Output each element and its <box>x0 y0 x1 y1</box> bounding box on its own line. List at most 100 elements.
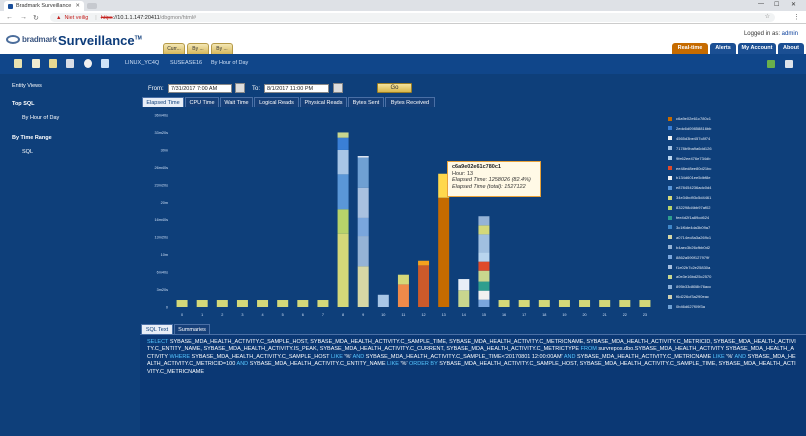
tab-by-2[interactable]: By ... <box>211 43 233 54</box>
bar-segment[interactable] <box>337 209 349 234</box>
bar-segment[interactable] <box>357 156 369 158</box>
legend-item[interactable]: a0714ec8a3a269c1 <box>668 235 711 240</box>
settings-icon[interactable] <box>84 59 92 68</box>
tab-my-account[interactable]: My Account <box>738 43 776 54</box>
bar-segment[interactable] <box>498 300 510 307</box>
legend-item[interactable]: 9fe62ee476e734db <box>668 156 710 161</box>
legend-item[interactable]: 7178b9ba9a6dd126 <box>668 146 712 151</box>
export-excel-icon[interactable] <box>767 60 775 68</box>
legend-item[interactable]: 2edc6d09858816bb <box>668 126 711 131</box>
mail-icon[interactable] <box>66 59 74 68</box>
bar-segment[interactable] <box>357 266 369 307</box>
bar-segment[interactable] <box>478 299 490 307</box>
tab-current[interactable]: Curr... <box>163 43 185 54</box>
bar-segment[interactable] <box>337 233 349 307</box>
bar-segment[interactable] <box>257 300 269 307</box>
bar-segment[interactable] <box>518 300 530 307</box>
close-window-icon[interactable]: ✕ <box>791 1 796 8</box>
bar-segment[interactable] <box>639 300 651 307</box>
server-list-icon[interactable] <box>14 59 22 68</box>
legend-item[interactable]: 4565d3be457c8f74 <box>668 136 710 141</box>
tab-wait-time[interactable]: Wait Time <box>220 97 253 107</box>
bar-segment[interactable] <box>478 234 490 253</box>
to-calendar-icon[interactable] <box>333 83 343 93</box>
bar-segment[interactable] <box>357 187 369 218</box>
legend-item[interactable]: ee48ed8ee80d21bc <box>668 166 711 171</box>
bar-segment[interactable] <box>418 260 430 266</box>
from-calendar-icon[interactable] <box>235 83 245 93</box>
legend-item[interactable]: 34e34bd93c5d4461 <box>668 195 711 200</box>
refresh-icon[interactable] <box>101 59 109 68</box>
print-icon[interactable] <box>785 60 793 68</box>
tab-cpu-time[interactable]: CPU Time <box>185 97 219 107</box>
legend-item[interactable]: c6a9e02e61c780c1 <box>668 116 711 121</box>
minimize-icon[interactable]: — <box>758 1 764 7</box>
legend-item[interactable]: b4aec3b26cfbb0d2 <box>668 245 710 250</box>
sql-text[interactable]: SELECT SYBASE_MDA_HEALTH_ACTIVITY.C_SAMP… <box>147 339 797 376</box>
tab-sql-text[interactable]: SQL Text <box>141 324 173 334</box>
bookmark-star-icon[interactable]: ☆ <box>765 13 770 20</box>
bar-segment[interactable] <box>619 300 631 307</box>
bar-segment[interactable] <box>478 225 490 235</box>
tab-about[interactable]: About <box>778 43 804 54</box>
tab-elapsed-time[interactable]: Elapsed Time <box>142 97 184 107</box>
sidebar-item-by-hour[interactable]: By Hour of Day <box>22 115 59 121</box>
tab-summaries[interactable]: Summaries <box>174 324 210 334</box>
tab-physical-reads[interactable]: Physical Reads <box>300 97 347 107</box>
legend-item[interactable]: 895b33d808b76acc <box>668 284 711 289</box>
bar-segment[interactable] <box>277 300 289 307</box>
bar-segment[interactable] <box>478 270 490 282</box>
bar-segment[interactable] <box>418 265 430 307</box>
forward-icon[interactable]: → <box>20 14 27 21</box>
bar-segment[interactable] <box>377 294 389 307</box>
sidebar-item-entity-views[interactable]: Entity Views <box>12 83 42 89</box>
bar-segment[interactable] <box>236 300 248 307</box>
close-tab-icon[interactable]: ✕ <box>75 3 80 9</box>
bar-segment[interactable] <box>317 300 329 307</box>
legend-item[interactable]: e878454236adc0d4 <box>668 185 711 190</box>
tab-logical-reads[interactable]: Logical Reads <box>254 97 299 107</box>
bar-segment[interactable] <box>478 216 490 226</box>
reload-icon[interactable]: ↻ <box>33 14 39 22</box>
bar-segment[interactable] <box>538 300 550 307</box>
bar-segment[interactable] <box>478 281 490 291</box>
bar-segment[interactable] <box>458 290 470 307</box>
tab-alerts[interactable]: Alerts <box>710 43 736 54</box>
legend-item[interactable]: 3c1f6de4da3b09a7 <box>668 225 710 230</box>
bar-segment[interactable] <box>558 300 570 307</box>
url-field[interactable]: ▲ Niet veilig | https ://10.1.1.147:2041… <box>50 13 775 22</box>
legend-item[interactable]: fee4d2f1a89cd624 <box>668 215 709 220</box>
bar-segment[interactable] <box>438 197 450 307</box>
bar-segment[interactable] <box>478 261 490 271</box>
bar-segment[interactable] <box>337 149 349 175</box>
user-link[interactable]: admin <box>782 31 798 37</box>
bar-segment[interactable] <box>337 174 349 210</box>
sidebar-item-sql[interactable]: SQL <box>22 149 33 155</box>
bar-segment[interactable] <box>357 157 369 188</box>
tab-bytes-sent[interactable]: Bytes Sent <box>348 97 384 107</box>
tab-real-time[interactable]: Real-time <box>672 43 708 54</box>
bar-segment[interactable] <box>337 132 349 138</box>
bar-segment[interactable] <box>478 252 490 262</box>
tab-by-1[interactable]: By ... <box>187 43 209 54</box>
bar-segment[interactable] <box>337 137 349 150</box>
maximize-icon[interactable]: ☐ <box>774 1 779 8</box>
browser-tab[interactable]: Bradmark Surveillance ✕ <box>4 1 84 11</box>
bar-segment[interactable] <box>297 300 309 307</box>
bar-segment[interactable] <box>357 236 369 267</box>
from-date-field[interactable]: 7/31/2017 7:00 AM <box>168 84 232 93</box>
back-icon[interactable]: ← <box>6 14 13 21</box>
bar-segment[interactable] <box>397 274 409 285</box>
legend-item[interactable]: 8862a590f127979f <box>668 255 709 260</box>
bar-segment[interactable] <box>196 300 208 307</box>
bar-segment[interactable] <box>599 300 611 307</box>
legend-item[interactable]: f1e02b7c2e25830a <box>668 265 710 270</box>
new-tab-button[interactable] <box>87 3 97 9</box>
tab-bytes-received[interactable]: Bytes Received <box>385 97 435 107</box>
bar-segment[interactable] <box>397 284 409 307</box>
bar-segment[interactable] <box>579 300 591 307</box>
go-button[interactable]: Go <box>377 83 412 93</box>
document-icon[interactable] <box>32 59 40 68</box>
report-icon[interactable] <box>49 59 57 68</box>
bar-segment[interactable] <box>458 279 470 291</box>
